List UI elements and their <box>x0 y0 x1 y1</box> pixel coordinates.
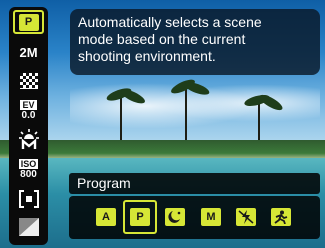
mode-name-bar: Program <box>69 173 320 194</box>
color-effect-icon <box>18 218 39 236</box>
white-balance-button[interactable] <box>13 127 44 151</box>
resolution-label: 2M <box>19 44 38 60</box>
tooltip-line: Automatically selects a scene <box>78 14 262 30</box>
night-portrait-icon <box>165 208 185 226</box>
tooltip-line: mode based on the current <box>78 31 246 47</box>
scene-program-option[interactable]: P <box>123 200 157 234</box>
scene-selector-strip: A P M <box>69 196 320 239</box>
iso-value: 800 <box>20 168 37 180</box>
scene-mode-button[interactable]: P <box>13 10 44 34</box>
scene-manual-option[interactable]: M <box>197 203 225 231</box>
palm-tree <box>120 94 122 140</box>
sports-mode-icon <box>271 208 291 226</box>
quality-button[interactable] <box>13 69 44 93</box>
palm-tree <box>185 88 187 140</box>
iso-button[interactable]: ISO 800 <box>13 157 44 181</box>
resolution-button[interactable]: 2M <box>13 40 44 64</box>
white-balance-icon <box>18 129 39 149</box>
metering-icon <box>18 190 39 208</box>
manual-mode-icon: M <box>201 208 221 226</box>
flash-off-icon <box>236 208 256 226</box>
quality-checker-icon <box>19 73 38 89</box>
ev-label: EV <box>20 99 37 110</box>
auto-mode-icon: A <box>96 208 116 226</box>
color-effect-button[interactable] <box>13 215 44 239</box>
scene-sports-option[interactable] <box>267 203 295 231</box>
scene-auto-option[interactable]: A <box>92 203 120 231</box>
iso-label: ISO <box>18 158 39 169</box>
scene-night-portrait-option[interactable] <box>161 203 189 231</box>
program-mode-icon: P <box>18 13 39 31</box>
ev-value: 0.0 <box>21 109 36 121</box>
metering-button[interactable] <box>13 187 44 211</box>
settings-sidebar: P 2M EV 0.0 ISO 800 <box>9 7 48 245</box>
palm-tree <box>258 100 260 140</box>
scene-no-flash-option[interactable] <box>232 203 260 231</box>
mode-name: Program <box>77 175 131 191</box>
tooltip-line: shooting environment. <box>78 48 216 64</box>
program-mode-icon: P <box>130 208 150 226</box>
mode-description-tooltip: Automatically selects a scene mode based… <box>70 9 320 75</box>
exposure-button[interactable]: EV 0.0 <box>13 98 44 122</box>
